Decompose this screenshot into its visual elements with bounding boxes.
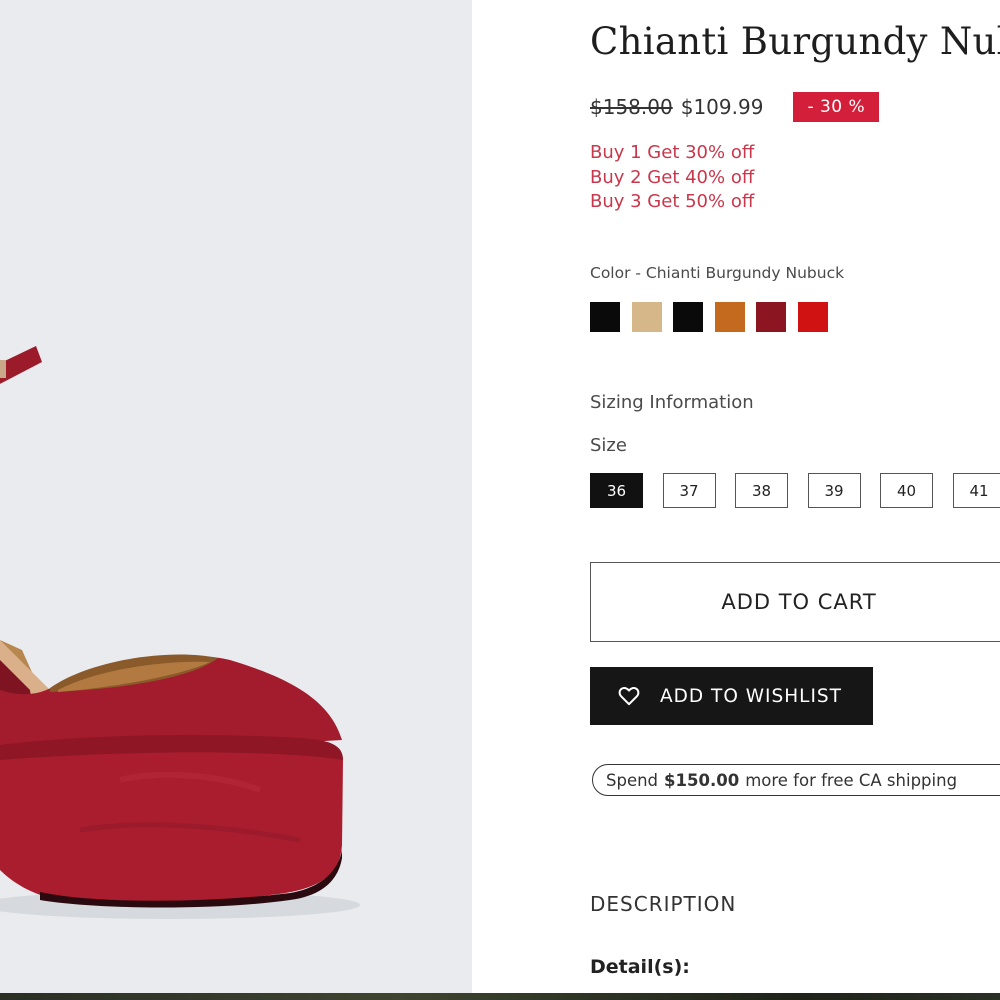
size-option[interactable]: 38 xyxy=(735,473,788,508)
size-option[interactable]: 41 xyxy=(952,473,1000,508)
product-title: Chianti Burgundy Nubuck xyxy=(590,20,1000,63)
heart-outline-icon xyxy=(618,686,640,706)
color-label: Color - Chianti Burgundy Nubuck xyxy=(590,264,845,282)
discount-badge: - 30 % xyxy=(793,92,880,122)
size-option[interactable]: 40 xyxy=(880,473,933,508)
add-to-cart-button[interactable]: ADD TO CART xyxy=(590,562,1000,642)
original-price: $158.00 xyxy=(590,95,673,119)
promotion-item: Buy 3 Get 50% off xyxy=(590,191,755,212)
shipping-suffix: more for free CA shipping xyxy=(745,770,958,790)
sale-price: $109.99 xyxy=(680,95,764,119)
wishlist-label: ADD TO WISHLIST xyxy=(660,685,842,707)
color-swatch[interactable] xyxy=(797,302,828,332)
promotions-list: Buy 1 Get 30% off Buy 2 Get 40% off Buy … xyxy=(590,141,754,215)
product-details: Chianti Burgundy Nubuck $158.00 $109.99 … xyxy=(472,0,1000,993)
add-to-wishlist-button[interactable]: ADD TO WISHLIST xyxy=(590,667,873,725)
free-shipping-notice: Spend $150.00 more for free CA shipping xyxy=(592,764,1000,796)
description-heading[interactable]: DESCRIPTION xyxy=(590,892,736,916)
shipping-prefix: Spend xyxy=(606,770,659,790)
size-label: Size xyxy=(590,435,627,456)
shoe-illustration xyxy=(0,346,360,919)
sizing-information-link[interactable]: Sizing Information xyxy=(590,392,754,413)
color-swatches xyxy=(590,302,839,332)
shipping-amount: $150.00 xyxy=(664,770,740,790)
size-option[interactable]: 36 xyxy=(590,473,643,508)
promotion-item: Buy 2 Get 40% off xyxy=(590,166,755,188)
price-row: $158.00 $109.99 - 30 % xyxy=(590,90,880,124)
color-swatch[interactable] xyxy=(756,302,786,332)
size-options: 36 37 38 39 40 41 xyxy=(590,473,1000,508)
size-option[interactable]: 39 xyxy=(807,473,861,508)
color-swatch[interactable] xyxy=(631,302,662,332)
details-heading: Detail(s): xyxy=(590,956,690,978)
color-swatch[interactable] xyxy=(714,302,745,332)
size-option[interactable]: 37 xyxy=(662,473,716,508)
color-swatch[interactable] xyxy=(590,302,620,332)
promotion-item: Buy 1 Get 30% off xyxy=(590,142,755,163)
product-image[interactable] xyxy=(0,0,472,993)
color-swatch[interactable] xyxy=(673,302,703,332)
bottom-edge-strip xyxy=(0,993,1000,1000)
